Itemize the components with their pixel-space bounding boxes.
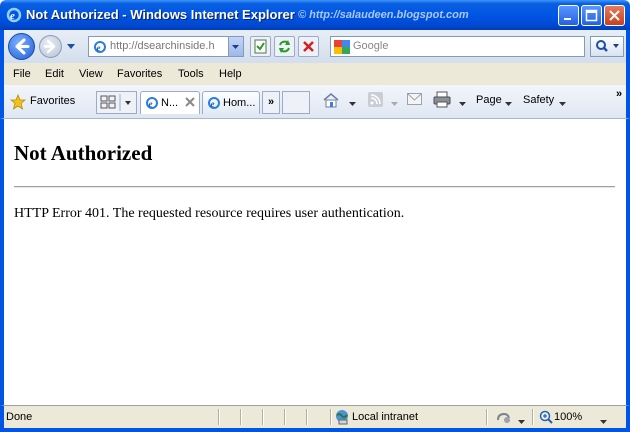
menu-bar: File Edit View Favorites Tools Help	[0, 63, 630, 85]
tab-ie-icon: e	[145, 96, 159, 113]
tab-not-authorized[interactable]: e N...	[140, 91, 200, 114]
status-divider	[486, 409, 487, 425]
divider	[14, 186, 615, 188]
protected-mode-icon[interactable]	[496, 410, 512, 427]
page-dropdown-icon[interactable]	[505, 98, 512, 110]
favorites-button[interactable]: Favorites	[30, 95, 75, 107]
address-bar[interactable]: e http://dsearchinside.h	[88, 36, 244, 57]
favorites-star-icon[interactable]	[9, 93, 27, 113]
menu-edit[interactable]: Edit	[45, 68, 64, 80]
page-content: Not Authorized HTTP Error 401. The reque…	[0, 119, 630, 405]
zoom-dropdown-icon[interactable]	[600, 416, 607, 428]
error-message: HTTP Error 401. The requested resource r…	[14, 206, 405, 221]
intranet-zone-icon	[334, 409, 350, 428]
toolbar-overflow-button[interactable]: »	[616, 88, 622, 100]
back-button[interactable]	[8, 33, 35, 60]
forward-button[interactable]	[39, 35, 62, 58]
close-window-button[interactable]	[604, 5, 625, 26]
status-divider	[218, 409, 219, 425]
feeds-icon[interactable]	[368, 92, 383, 110]
status-bar: Done Local intranet 100%	[0, 405, 630, 428]
security-zone-label[interactable]: Local intranet	[352, 411, 418, 423]
compatibility-view-button[interactable]	[250, 36, 271, 57]
ie-logo-icon: e	[6, 7, 22, 23]
maximize-button[interactable]	[581, 5, 602, 26]
tab-label: N...	[161, 97, 179, 109]
refresh-button[interactable]	[274, 36, 295, 57]
page-heading: Not Authorized	[14, 141, 153, 165]
menu-view[interactable]: View	[79, 68, 103, 80]
navigation-bar: e http://dsearchinside.h Google	[0, 30, 630, 63]
safety-menu-button[interactable]: Safety	[523, 94, 554, 106]
svg-text:e: e	[149, 99, 153, 109]
watermark-text: © http://salaudeen.blogspot.com	[298, 9, 469, 21]
safety-dropdown-icon[interactable]	[559, 98, 566, 110]
close-tab-icon[interactable]	[184, 96, 196, 111]
tab-home[interactable]: e Hom...	[202, 91, 260, 114]
status-divider	[330, 409, 331, 425]
stop-button[interactable]	[298, 36, 319, 57]
status-divider	[532, 409, 533, 425]
address-input[interactable]: http://dsearchinside.h	[110, 40, 215, 52]
menu-tools[interactable]: Tools	[178, 68, 204, 80]
quick-tabs-button[interactable]	[96, 91, 137, 114]
print-dropdown-icon[interactable]	[459, 98, 466, 110]
status-divider	[306, 409, 307, 425]
status-divider	[262, 409, 263, 425]
menu-file[interactable]: File	[13, 68, 31, 80]
tab-label: Hom...	[223, 97, 256, 109]
svg-text:e: e	[211, 99, 215, 109]
page-menu-button[interactable]: Page	[476, 94, 502, 106]
tab-list-button[interactable]: »	[262, 91, 280, 114]
search-button[interactable]	[590, 36, 624, 57]
address-dropdown-icon[interactable]	[228, 37, 243, 56]
home-icon[interactable]	[322, 91, 340, 112]
menu-favorites[interactable]: Favorites	[117, 68, 162, 80]
window-title: Not Authorized - Windows Internet Explor…	[26, 7, 295, 22]
print-icon[interactable]	[433, 91, 451, 111]
feeds-dropdown-icon[interactable]	[391, 98, 398, 110]
recent-pages-dropdown-icon[interactable]	[66, 42, 76, 54]
title-bar[interactable]: e Not Authorized - Windows Internet Expl…	[0, 0, 630, 30]
new-tab-button[interactable]	[282, 91, 310, 114]
home-dropdown-icon[interactable]	[349, 98, 356, 110]
zoom-icon[interactable]	[539, 410, 553, 427]
svg-text:e: e	[97, 43, 101, 53]
window-bottom-border	[0, 428, 630, 432]
svg-text:e: e	[10, 10, 15, 22]
page-icon: e	[93, 40, 107, 57]
protected-mode-dropdown-icon[interactable]	[518, 416, 525, 428]
status-text: Done	[6, 411, 33, 423]
tab-ie-icon: e	[207, 96, 221, 113]
google-icon	[334, 40, 350, 54]
menu-help[interactable]: Help	[219, 68, 242, 80]
status-divider	[240, 409, 241, 425]
zoom-level[interactable]: 100%	[554, 411, 582, 423]
minimize-button[interactable]	[558, 5, 579, 26]
search-input[interactable]: Google	[353, 40, 388, 52]
read-mail-icon[interactable]	[407, 93, 422, 108]
favorites-bar: Favorites e N... e Hom... » Page Safety …	[0, 85, 630, 119]
status-divider	[284, 409, 285, 425]
search-box[interactable]: Google	[330, 36, 585, 57]
